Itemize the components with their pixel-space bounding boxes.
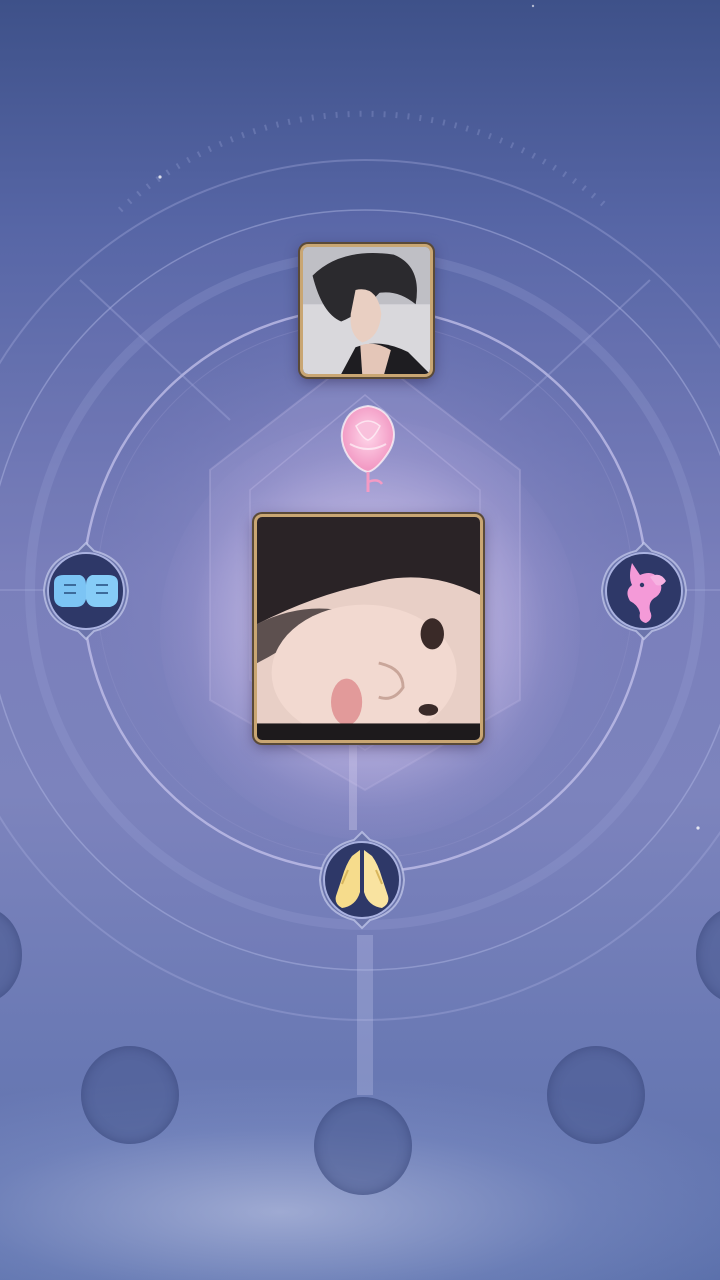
dark-haired-character-portrait-icon bbox=[303, 247, 430, 374]
empty-slot-right[interactable] bbox=[547, 1046, 645, 1144]
game-screen bbox=[0, 0, 720, 1280]
partner-portrait[interactable] bbox=[300, 244, 433, 377]
fist-bump-emblem[interactable] bbox=[36, 541, 136, 641]
player-face-portrait-icon bbox=[257, 517, 480, 740]
rose-icon bbox=[328, 398, 408, 498]
praying-hands-emblem[interactable] bbox=[312, 830, 412, 930]
unicorn-emblem[interactable] bbox=[594, 541, 694, 641]
empty-slot-left[interactable] bbox=[81, 1046, 179, 1144]
player-portrait[interactable] bbox=[254, 514, 483, 743]
empty-slot-center[interactable] bbox=[314, 1097, 412, 1195]
